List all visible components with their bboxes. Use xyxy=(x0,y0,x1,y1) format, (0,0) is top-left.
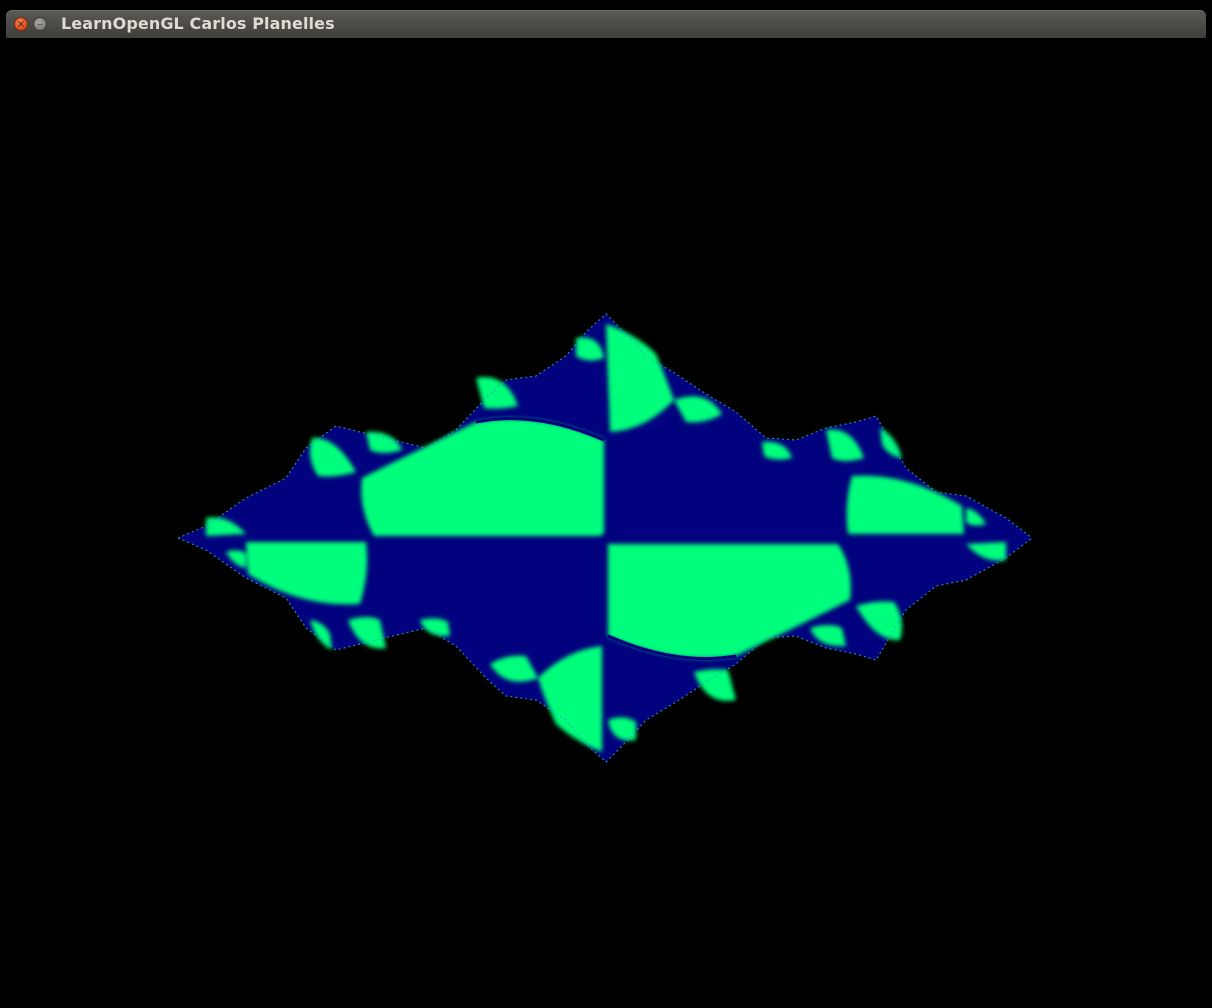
app-window: × – LearnOpenGL Carlos Planelles xyxy=(0,0,1212,1008)
fractal-body xyxy=(178,314,1032,762)
julia-fractal-render xyxy=(177,313,1033,763)
window-title: LearnOpenGL Carlos Planelles xyxy=(61,14,335,33)
minimize-icon[interactable]: – xyxy=(33,17,47,31)
close-icon[interactable]: × xyxy=(14,17,28,31)
opengl-viewport[interactable] xyxy=(6,38,1206,1008)
window-titlebar[interactable]: × – LearnOpenGL Carlos Planelles xyxy=(6,10,1206,38)
